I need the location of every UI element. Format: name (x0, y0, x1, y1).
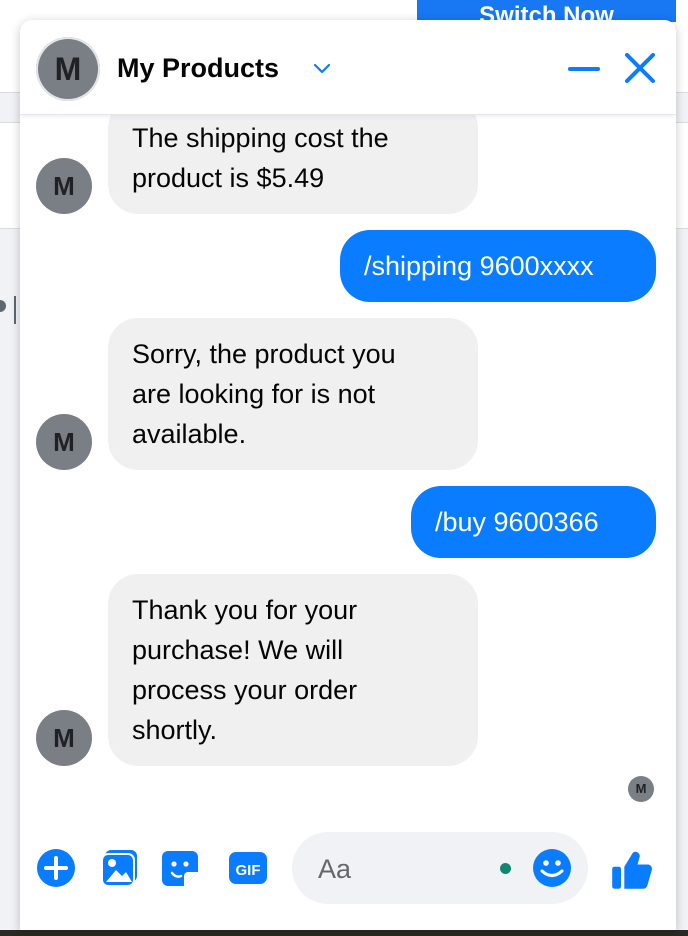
message-line: available. (132, 419, 247, 449)
minimize-icon[interactable] (566, 53, 602, 89)
switch-now-button[interactable]: Switch Now (417, 0, 676, 22)
chat-title[interactable]: My Products (117, 53, 279, 84)
online-status-dot (500, 863, 511, 874)
message-line: Thank you for your (132, 595, 358, 625)
photo-icon[interactable] (100, 848, 140, 888)
message-avatar: M (36, 158, 92, 214)
thumbs-up-icon[interactable] (610, 848, 654, 892)
emoji-icon[interactable] (532, 848, 572, 888)
background-fragment-bar (14, 296, 16, 324)
chat-header: M My Products (20, 20, 676, 115)
chevron-down-icon[interactable] (312, 58, 332, 78)
contact-avatar[interactable]: M (36, 37, 100, 101)
message-line: Sorry, the product you (132, 339, 396, 369)
message-bubble-outgoing: /buy 9600366 (411, 486, 656, 558)
message-line: /shipping 9600xxxx (364, 251, 594, 281)
message-avatar: M (36, 710, 92, 766)
bottom-strip (0, 930, 688, 936)
message-line: shortly. (132, 715, 218, 745)
message-bubble-outgoing: /shipping 9600xxxx (340, 230, 656, 302)
message-line: The shipping cost the (132, 123, 389, 153)
message-input[interactable] (316, 848, 500, 890)
sticker-icon[interactable] (160, 848, 200, 888)
gif-label: GIF (236, 862, 261, 879)
message-line: /buy 9600366 (435, 507, 599, 537)
close-icon[interactable] (622, 50, 658, 86)
message-bubble-incoming: Thank you for your purchase! We will pro… (108, 574, 478, 766)
message-line: product is $5.49 (132, 163, 325, 193)
gif-icon[interactable]: GIF (228, 848, 268, 888)
message-line: purchase! We will (132, 635, 344, 665)
message-bubble-incoming: The shipping cost the product is $5.49 (108, 98, 478, 214)
plus-icon[interactable] (36, 848, 76, 888)
message-bubble-incoming: Sorry, the product you are looking for i… (108, 318, 478, 470)
message-line: are looking for is not (132, 379, 376, 409)
message-input-container[interactable] (292, 832, 588, 904)
message-avatar: M (36, 414, 92, 470)
message-line: process your order (132, 675, 358, 705)
seen-avatar: M (628, 776, 654, 802)
chat-window: M My Products M The shipping cost the pr… (20, 20, 676, 930)
